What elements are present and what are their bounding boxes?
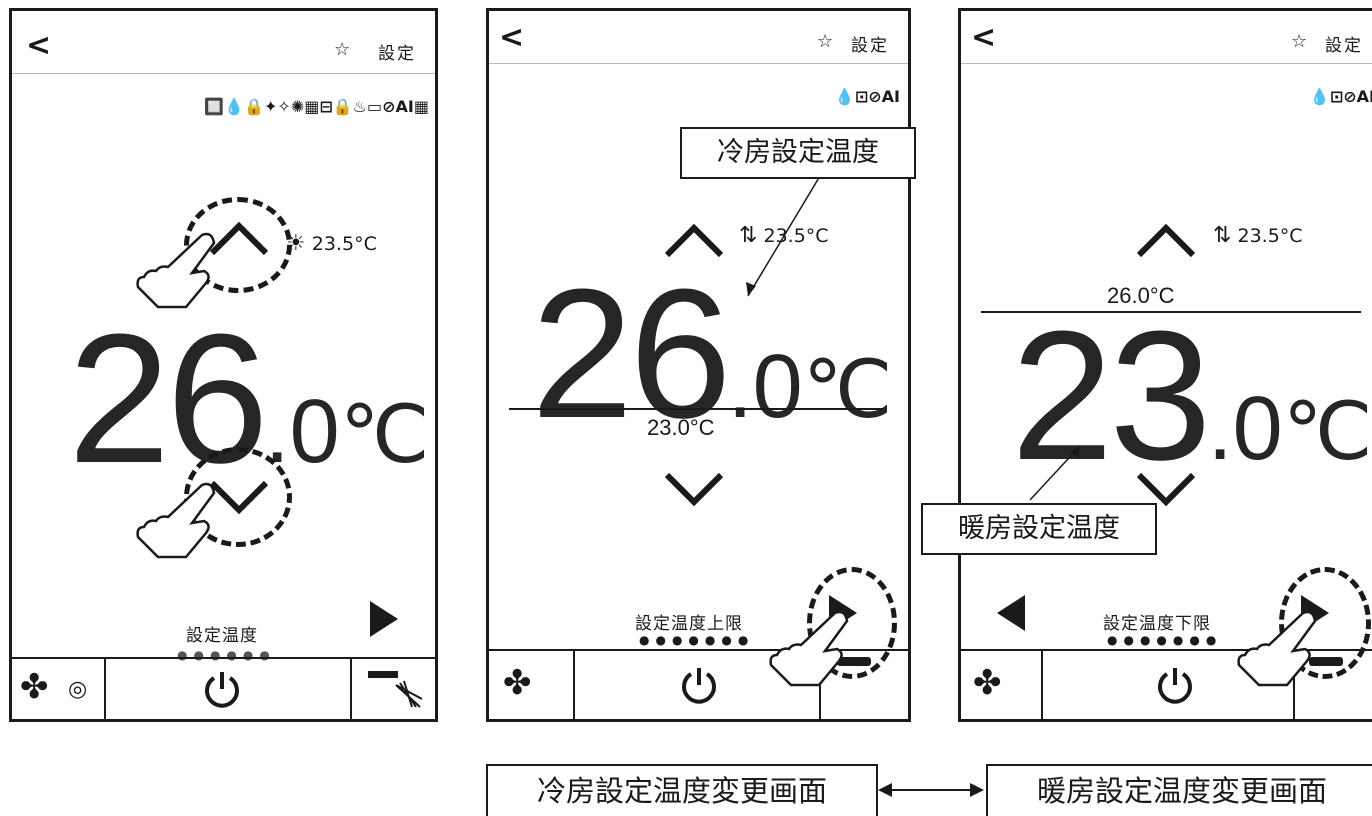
cooling-screen-caption: 冷房設定温度変更画面 [486,764,878,816]
heating-screen-caption: 暖房設定温度変更画面 [986,764,1372,816]
heating-leader-line [1029,445,1081,501]
heating-setpoint-callout: 暖房設定温度 [921,503,1157,555]
cooling-setpoint-callout: 冷房設定温度 [680,127,916,179]
annotation-leaders [746,175,1081,797]
screen-switch-arrow-left-head [878,783,892,797]
cooling-leader-line [747,175,821,297]
screen-switch-arrow-right-head [970,783,984,797]
